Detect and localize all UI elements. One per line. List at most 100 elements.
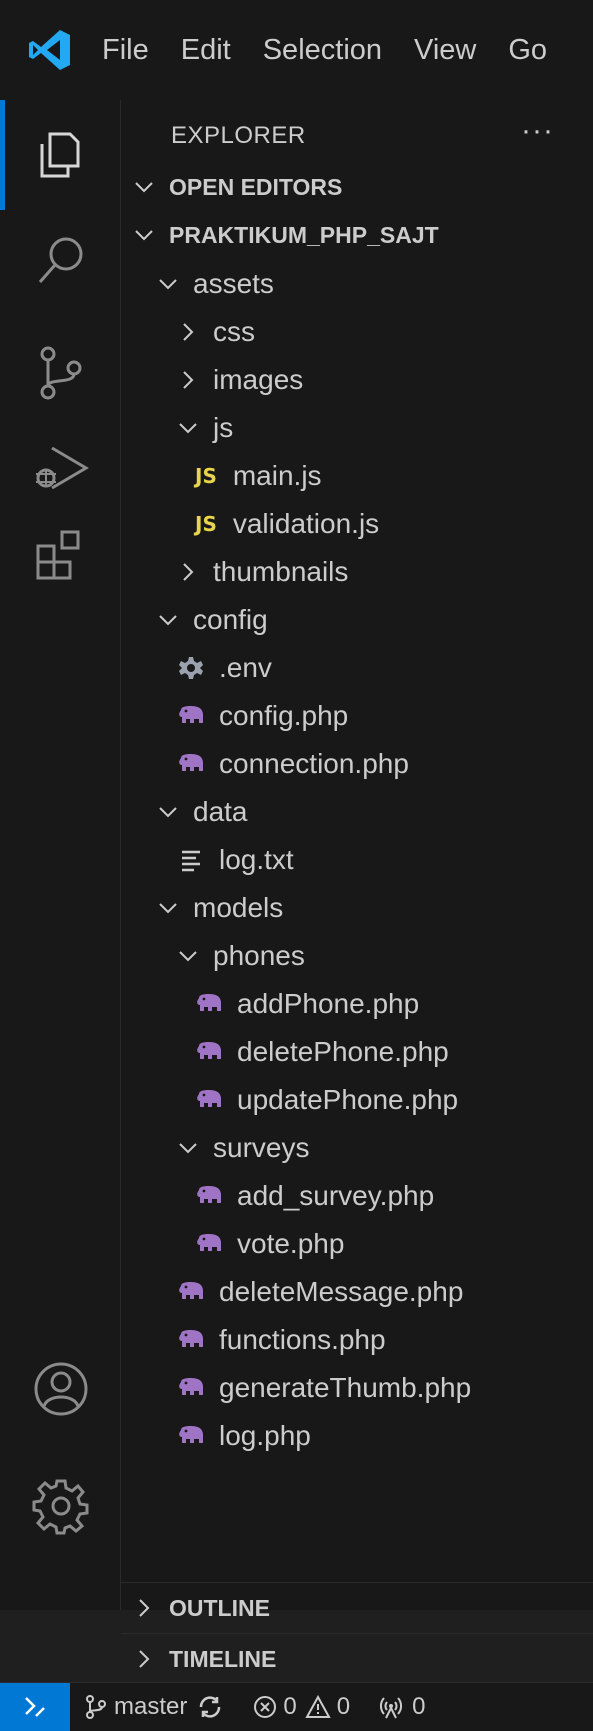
php-elephant-icon	[179, 1330, 203, 1347]
file-item[interactable]: JS validation.js	[195, 498, 379, 550]
folder-item[interactable]: css	[177, 306, 255, 358]
ports-count: 0	[412, 1693, 426, 1720]
vscode-logo-icon[interactable]	[28, 28, 72, 72]
folder-label: css	[213, 316, 255, 347]
file-item[interactable]: log.txt	[177, 834, 294, 886]
warning-icon	[305, 1695, 331, 1718]
javascript-file-icon: JS	[195, 464, 217, 488]
file-item[interactable]: functions.php	[177, 1314, 386, 1366]
folder-item[interactable]: js	[177, 402, 233, 454]
folder-item[interactable]: phones	[177, 930, 305, 982]
more-actions-icon[interactable]: ···	[521, 114, 554, 148]
file-item[interactable]: JS main.js	[195, 450, 322, 502]
folder-label: phones	[213, 940, 305, 971]
php-elephant-icon	[197, 1186, 221, 1203]
chevron-down-icon	[135, 182, 153, 193]
remote-icon	[25, 1697, 45, 1717]
run-debug-icon[interactable]	[30, 438, 92, 500]
file-label: vote.php	[237, 1228, 345, 1259]
section-project[interactable]: PRAKTIKUM_PHP_SAJT	[121, 210, 593, 260]
file-item[interactable]: config.php	[177, 690, 348, 742]
file-label: config.php	[219, 700, 349, 731]
file-item[interactable]: vote.php	[195, 1218, 344, 1270]
chevron-down-icon	[159, 615, 177, 626]
folder-label: thumbnails	[213, 556, 349, 587]
error-count: 0	[283, 1693, 297, 1720]
folder-label: images	[213, 364, 304, 395]
file-item[interactable]: log.php	[177, 1410, 311, 1462]
file-label: add_survey.php	[237, 1180, 435, 1211]
file-label: validation.js	[232, 508, 380, 539]
file-item[interactable]: updatePhone.php	[195, 1074, 458, 1126]
branch-indicator[interactable]: master	[84, 1693, 229, 1721]
chevron-down-icon	[179, 1143, 197, 1154]
title-bar: File Edit Selection View Go	[0, 0, 593, 100]
menu-edit[interactable]: Edit	[181, 34, 231, 67]
settings-gear-icon[interactable]	[30, 1475, 92, 1537]
folder-item[interactable]: thumbnails	[177, 546, 348, 598]
file-label: deleteMessage.php	[219, 1276, 464, 1307]
chevron-right-icon	[183, 323, 194, 341]
folder-item[interactable]: models	[157, 882, 283, 934]
extensions-icon[interactable]	[30, 524, 92, 586]
search-icon[interactable]	[30, 230, 92, 292]
file-item[interactable]: generateThumb.php	[177, 1362, 471, 1414]
remote-button[interactable]	[0, 1683, 70, 1731]
section-timeline[interactable]: TIMELINE	[121, 1633, 593, 1684]
folder-label: assets	[193, 268, 274, 299]
file-label: .env	[219, 652, 272, 683]
file-item[interactable]: connection.php	[177, 738, 409, 790]
file-item[interactable]: deleteMessage.php	[177, 1266, 463, 1318]
folder-label: data	[193, 796, 248, 827]
broadcast-icon	[380, 1697, 403, 1719]
file-label: addPhone.php	[237, 988, 420, 1019]
chevron-down-icon	[159, 807, 177, 818]
section-outline[interactable]: OUTLINE	[121, 1583, 593, 1633]
ports-indicator[interactable]: 0	[376, 1693, 425, 1721]
account-icon[interactable]	[30, 1358, 92, 1420]
file-item[interactable]: addPhone.php	[195, 978, 419, 1030]
error-icon	[254, 1696, 277, 1718]
status-bar: master 0 0 0	[0, 1682, 593, 1731]
explorer-title: EXPLORER	[171, 122, 306, 149]
file-item[interactable]: .env	[177, 642, 272, 694]
menu-selection[interactable]: Selection	[263, 34, 382, 67]
branch-name: master	[114, 1693, 188, 1720]
folder-item[interactable]: images	[177, 354, 303, 406]
chevron-down-icon	[179, 423, 197, 434]
file-label: connection.php	[219, 748, 409, 779]
timeline-label: TIMELINE	[169, 1645, 277, 1672]
folder-item[interactable]: surveys	[177, 1122, 309, 1174]
explorer-icon[interactable]	[30, 122, 92, 184]
file-label: log.txt	[219, 844, 294, 875]
warning-count: 0	[336, 1693, 351, 1720]
gear-icon	[179, 657, 203, 679]
sync-icon[interactable]	[197, 1694, 223, 1720]
activity-bar	[0, 100, 121, 1610]
php-elephant-icon	[179, 754, 203, 771]
file-item[interactable]: deletePhone.php	[195, 1026, 449, 1078]
chevron-right-icon	[139, 1650, 150, 1668]
file-label: deletePhone.php	[237, 1036, 449, 1067]
menu-go[interactable]: Go	[508, 34, 547, 67]
git-branch-icon	[86, 1695, 106, 1719]
chevron-down-icon	[159, 279, 177, 290]
folder-label: config	[193, 604, 268, 635]
folder-item[interactable]: config	[157, 594, 268, 646]
menu-file[interactable]: File	[102, 34, 149, 67]
section-open-editors[interactable]: OPEN EDITORS	[121, 162, 593, 212]
bottom-sections: OUTLINE TIMELINE	[121, 1582, 593, 1672]
php-elephant-icon	[197, 994, 221, 1011]
chevron-down-icon	[179, 951, 197, 962]
file-item[interactable]: add_survey.php	[195, 1170, 434, 1222]
chevron-right-icon	[183, 371, 194, 389]
php-elephant-icon	[197, 1234, 221, 1251]
source-control-icon[interactable]	[30, 342, 92, 404]
file-label: updatePhone.php	[237, 1084, 459, 1115]
folder-label: js	[213, 412, 234, 443]
problems-indicator[interactable]: 0 0	[253, 1693, 350, 1721]
menu-view[interactable]: View	[414, 34, 476, 67]
chevron-right-icon	[183, 563, 194, 581]
folder-item[interactable]: assets	[157, 258, 274, 310]
folder-item[interactable]: data	[157, 786, 248, 838]
